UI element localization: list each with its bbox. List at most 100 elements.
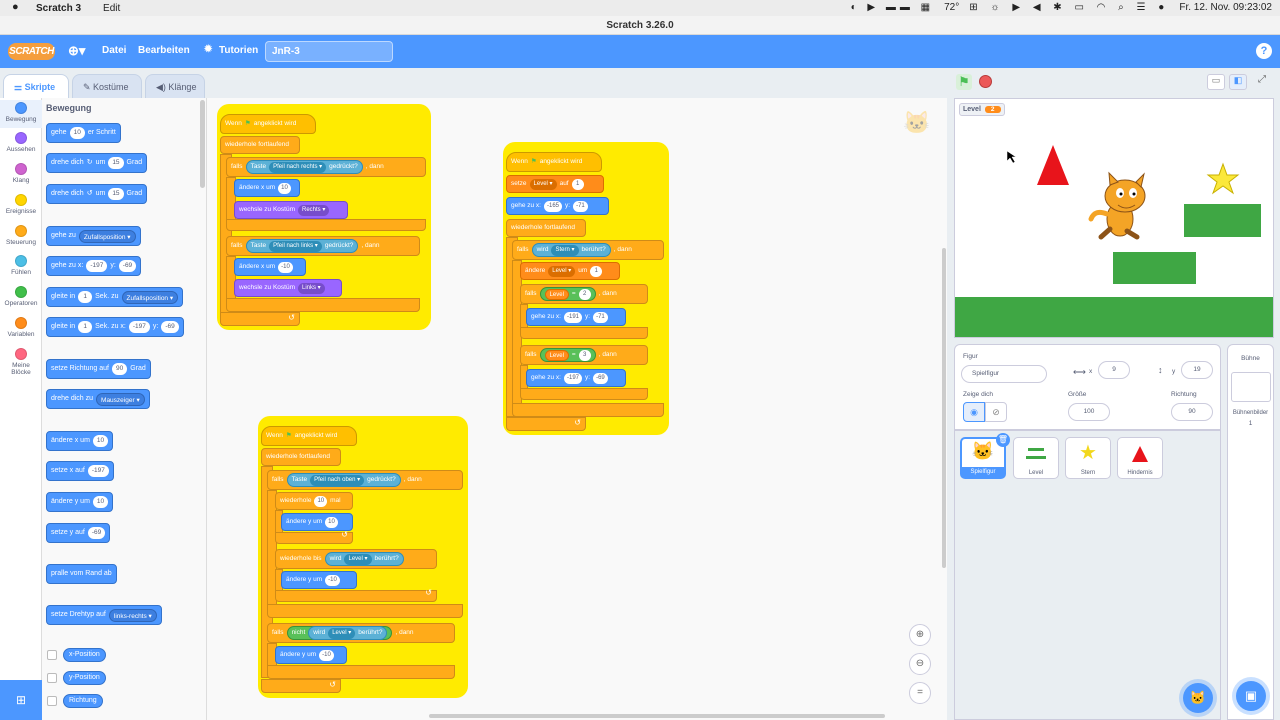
key-pressed-sensor[interactable]: Taste Pfeil nach rechts ▾ gedrückt? xyxy=(245,160,363,174)
show-visible-button[interactable]: ◉ xyxy=(963,402,985,422)
tab-code[interactable]: ⚌ Skripte xyxy=(3,74,69,98)
edit-menu[interactable]: Edit xyxy=(103,3,120,14)
touching-sensor[interactable]: wird Level ▾ berührt? xyxy=(308,626,388,640)
x-input[interactable]: -165 xyxy=(544,200,563,212)
touching-dropdown[interactable]: Level ▾ xyxy=(344,553,372,565)
script2-goto3[interactable]: gehe zu x: -197 y: -69 xyxy=(526,369,626,387)
checkbox-y-position[interactable] xyxy=(47,673,57,683)
seconds-input[interactable]: 1 xyxy=(78,321,93,333)
zoom-in-icon[interactable]: ⊕ xyxy=(909,624,931,646)
green-flag-button[interactable]: ⚑ xyxy=(956,74,972,90)
add-backdrop-button[interactable]: ▣ xyxy=(1236,681,1266,711)
key-dropdown[interactable]: Pfeil nach rechts ▾ xyxy=(269,161,327,173)
script1-costume-left[interactable]: wechsle zu Kostüm Links ▾ xyxy=(234,279,342,297)
category-variables[interactable]: Variablen xyxy=(0,317,42,338)
value-input[interactable]: 10 xyxy=(325,516,338,528)
y-input[interactable]: -69 xyxy=(161,321,179,333)
block-glide[interactable]: gleite in 1 Sek. zu Zufallsposition ▾ xyxy=(46,287,184,307)
script3-if-up[interactable]: falls Taste Pfeil nach oben ▾ gedrückt? , … xyxy=(267,470,463,490)
equals-operator[interactable]: Level = 3 xyxy=(539,348,596,362)
block-rotation-style[interactable]: setze Drehtyp auf links-rechts ▾ xyxy=(46,605,162,625)
touching-sensor[interactable]: wird Stern ▾ berührt? xyxy=(531,243,611,257)
script1-costume-right[interactable]: wechsle zu Kostüm Rechts ▾ xyxy=(234,201,348,219)
touching-dropdown[interactable]: Level ▾ xyxy=(328,627,356,639)
y-input[interactable]: -69 xyxy=(593,372,608,384)
stop-button[interactable] xyxy=(979,75,992,88)
level-reporter[interactable]: Level xyxy=(544,288,569,300)
direction-input[interactable]: 90 xyxy=(1171,403,1213,421)
touching-dropdown[interactable]: Stern ▾ xyxy=(551,244,579,256)
value-input[interactable]: -10 xyxy=(325,574,340,586)
direction-input[interactable]: 90 xyxy=(111,363,128,375)
tab-sounds[interactable]: ◀) Klänge xyxy=(145,74,205,98)
value-input[interactable]: 3 xyxy=(578,349,591,361)
key-pressed-sensor[interactable]: Taste Pfeil nach links ▾ gedrückt? xyxy=(245,239,359,253)
x-input[interactable]: -197 xyxy=(128,321,150,333)
category-sensing[interactable]: Fühlen xyxy=(0,255,42,276)
script3-change-y-minus10[interactable]: ändere y um -10 xyxy=(281,571,357,589)
costume-dropdown[interactable]: Rechts ▾ xyxy=(298,204,330,216)
value-input[interactable]: 10 xyxy=(92,435,109,447)
degrees-input[interactable]: 15 xyxy=(108,157,124,169)
glide-dropdown[interactable]: Zufallsposition ▾ xyxy=(121,290,179,304)
script2-forever[interactable]: wiederhole fortlaufend xyxy=(506,219,586,237)
category-looks[interactable]: Aussehen xyxy=(0,132,42,153)
sprite-tile-hindernis[interactable]: Hindernis xyxy=(1117,437,1163,479)
script2-goto2[interactable]: gehe zu x: -191 y: -71 xyxy=(526,308,626,326)
variable-dropdown[interactable]: Level ▾ xyxy=(529,178,557,190)
category-operators[interactable]: Operatoren xyxy=(0,286,42,307)
extension-button[interactable]: ⊞ xyxy=(0,680,42,720)
script3-forever[interactable]: wiederhole fortlaufend xyxy=(261,448,341,466)
tutorials-icon[interactable]: ✹ xyxy=(204,44,212,55)
key-dropdown[interactable]: Pfeil nach oben ▾ xyxy=(310,474,365,486)
block-change-x[interactable]: ändere x um 10 xyxy=(46,431,114,451)
x-input[interactable]: -191 xyxy=(564,311,583,323)
block-turn-left[interactable]: drehe dich ↺ um 15 Grad xyxy=(46,184,148,204)
value-input[interactable]: 10 xyxy=(314,495,328,507)
equals-operator[interactable]: Level = 2 xyxy=(539,287,596,301)
value-input[interactable]: 10 xyxy=(278,182,291,194)
edit-menu-scratch[interactable]: Bearbeiten xyxy=(138,45,190,56)
key-dropdown[interactable]: Pfeil nach links ▾ xyxy=(269,240,322,252)
script3-repeat-until[interactable]: wiederhole bis wird Level ▾ berührt? xyxy=(275,549,437,569)
stage-selector[interactable]: Bühne Bühnenbilder 1 ▣ xyxy=(1227,344,1274,720)
reporter-x-position[interactable]: x-Position xyxy=(63,648,106,662)
value-input[interactable]: 10 xyxy=(92,496,109,508)
block-goto-xy[interactable]: gehe zu x: -197 y: -69 xyxy=(46,256,142,276)
block-move-steps[interactable]: gehe 10 er Schritt xyxy=(46,123,121,143)
script1-forever[interactable]: wiederhole fortlaufend xyxy=(220,136,300,154)
goto-dropdown[interactable]: Zufallsposition ▾ xyxy=(78,229,136,243)
y-position-input[interactable]: 19 xyxy=(1181,361,1213,379)
script1-change-x-10[interactable]: ändere x um 10 xyxy=(234,179,300,197)
palette-scrollbar[interactable] xyxy=(200,100,205,188)
towards-dropdown[interactable]: Mauszeiger ▾ xyxy=(96,392,145,406)
script2-set-level[interactable]: setze Level ▾ auf 1 xyxy=(506,175,604,193)
script2-goto-xy[interactable]: gehe zu x: -165 y: -71 xyxy=(506,197,609,215)
horizontal-scrollbar[interactable] xyxy=(429,714,885,718)
vertical-scrollbar[interactable] xyxy=(942,248,946,568)
steps-input[interactable]: 10 xyxy=(69,127,85,139)
y-input[interactable]: -71 xyxy=(573,200,588,212)
level-reporter[interactable]: Level xyxy=(544,349,569,361)
delete-sprite-icon[interactable]: 🗑 xyxy=(996,433,1010,447)
script2-change-level[interactable]: ändere Level ▾ um 1 xyxy=(520,262,620,280)
value-input[interactable]: 1 xyxy=(571,178,584,190)
x-input[interactable]: -197 xyxy=(86,260,108,272)
touching-sensor[interactable]: wird Level ▾ berührt? xyxy=(324,552,404,566)
script-area[interactable]: 🐱 Wenn ⚑ angeklickt wird wiederhole fortla… xyxy=(207,98,947,720)
add-sprite-button[interactable]: 🐱 xyxy=(1183,683,1213,713)
script3-hat[interactable]: Wenn ⚑ angeklickt wird xyxy=(261,426,357,446)
category-sound[interactable]: Klang xyxy=(0,163,42,184)
variable-dropdown[interactable]: Level ▾ xyxy=(548,265,576,277)
rotation-dropdown[interactable]: links-rechts ▾ xyxy=(108,608,157,622)
checkbox-direction[interactable] xyxy=(47,696,57,706)
reporter-y-position[interactable]: y-Position xyxy=(63,671,106,685)
script1-hat[interactable]: Wenn ⚑ angeklickt wird xyxy=(220,114,316,134)
key-pressed-sensor[interactable]: Taste Pfeil nach oben ▾ gedrückt? xyxy=(286,473,401,487)
reporter-direction[interactable]: Richtung xyxy=(63,694,103,708)
block-goto[interactable]: gehe zu Zufallsposition ▾ xyxy=(46,226,141,246)
script3-if-not-touching[interactable]: falls nicht wird Level ▾ berührt? , dann xyxy=(267,623,455,643)
block-set-y[interactable]: setze y auf -69 xyxy=(46,523,111,543)
value-input[interactable]: -197 xyxy=(87,465,109,477)
script1-if-left[interactable]: falls Taste Pfeil nach links ▾ gedrückt? ,… xyxy=(226,236,420,256)
